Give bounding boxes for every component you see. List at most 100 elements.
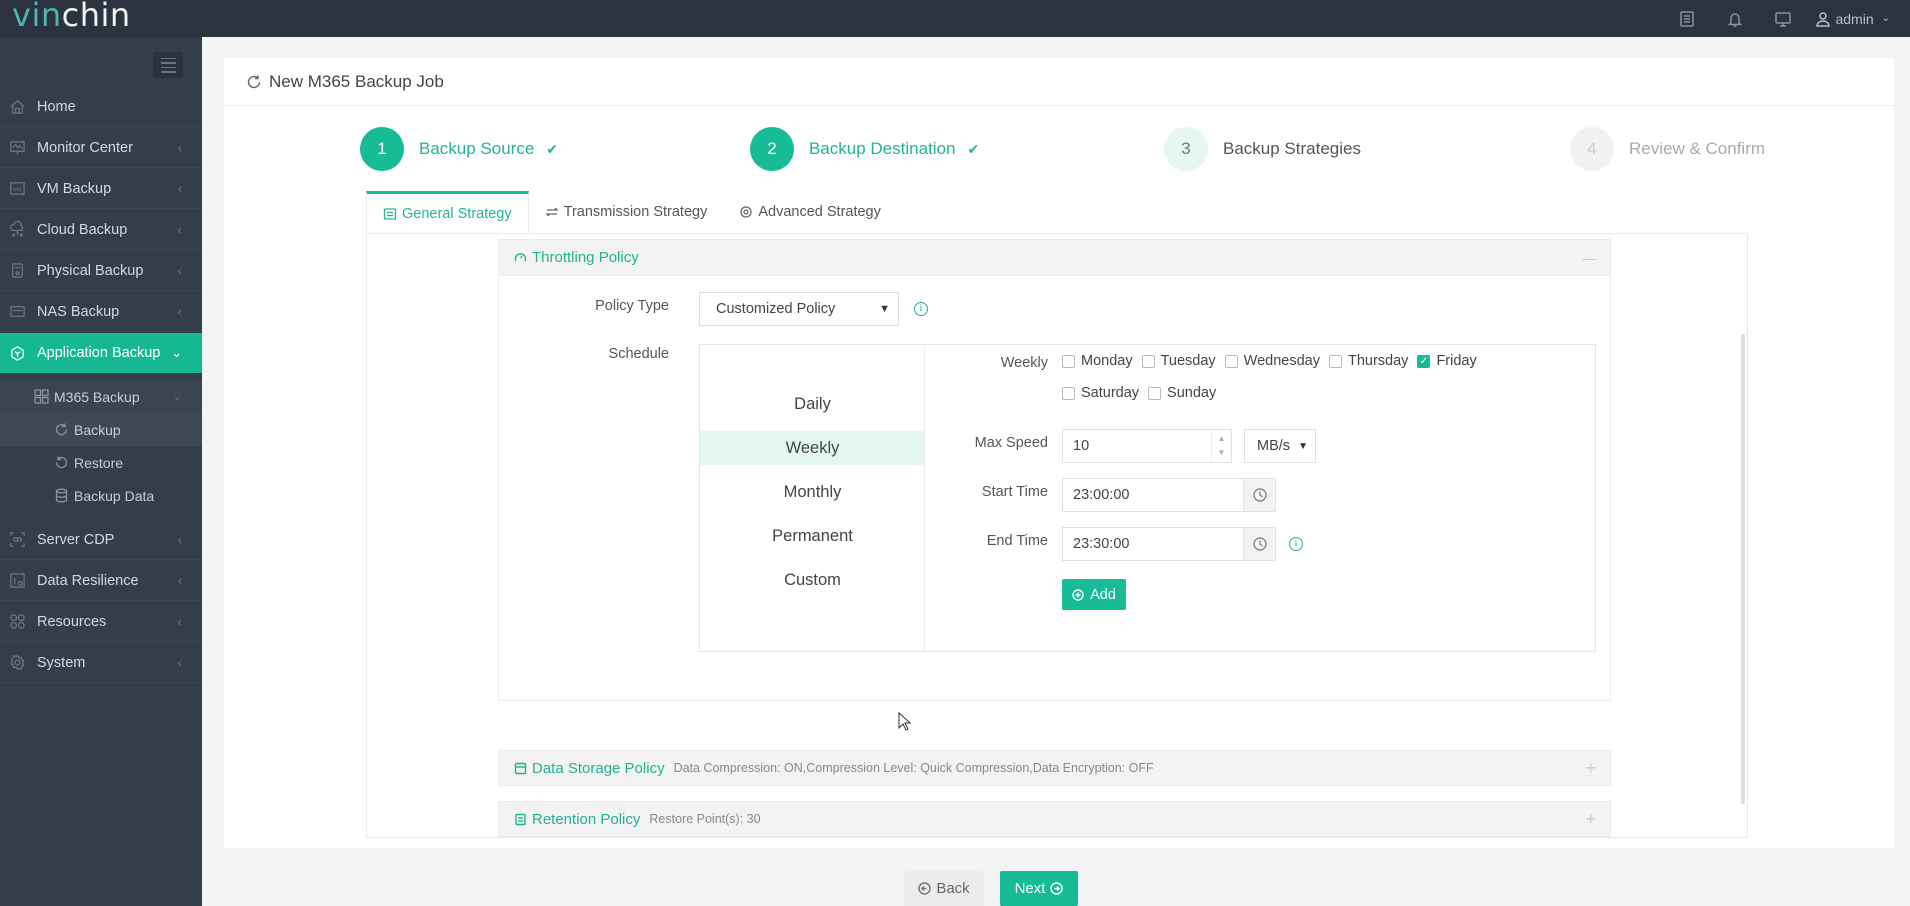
step-number: 1 bbox=[360, 127, 404, 171]
wizard-step-backup-source[interactable]: 1 Backup Source ✔ bbox=[360, 127, 558, 171]
wizard-footer: Back Next bbox=[224, 868, 1894, 906]
start-time-picker-button[interactable] bbox=[1243, 479, 1275, 511]
sidebar-item-cloud-backup[interactable]: Cloud Backup ‹ bbox=[0, 210, 202, 250]
info-icon[interactable]: i bbox=[1289, 537, 1303, 551]
bell-icon bbox=[1728, 12, 1743, 27]
gear-icon bbox=[10, 655, 24, 670]
monitor-chart-icon bbox=[9, 141, 25, 155]
svg-text:VM: VM bbox=[12, 187, 21, 193]
policy-type-select[interactable]: Customized Policy ▼ bbox=[699, 292, 899, 326]
sidebar-item-application-backup[interactable]: Application Backup ⌄ bbox=[0, 333, 202, 373]
checkbox-monday[interactable]: Monday bbox=[1062, 353, 1133, 369]
display-button[interactable] bbox=[1759, 0, 1807, 37]
step-label: Backup Strategies bbox=[1223, 139, 1361, 158]
weekly-label: Weekly bbox=[1000, 355, 1048, 371]
checkbox-thursday[interactable]: Thursday bbox=[1328, 353, 1408, 369]
refresh-icon bbox=[247, 75, 261, 88]
schedule-option-daily[interactable]: Daily bbox=[700, 387, 925, 421]
add-schedule-button[interactable]: Add bbox=[1062, 579, 1126, 610]
wizard-step-review-confirm[interactable]: 4 Review & Confirm bbox=[1570, 127, 1765, 171]
chevron-left-icon: ‹ bbox=[177, 222, 182, 237]
strategy-tabs: General Strategy Transmission Strategy A… bbox=[366, 191, 897, 233]
notifications-button[interactable] bbox=[1711, 0, 1759, 37]
checkbox-sunday[interactable]: Sunday bbox=[1148, 385, 1216, 401]
speed-unit-select[interactable]: MB/s ▼ bbox=[1244, 429, 1316, 463]
user-menu[interactable]: admin ⌄ bbox=[1807, 11, 1890, 27]
windows-grid-icon bbox=[34, 389, 49, 404]
sidebar-item-resources[interactable]: Resources ‹ bbox=[0, 602, 202, 642]
plus-circle-icon bbox=[1072, 588, 1084, 601]
sidebar-item-backup-data[interactable]: Backup Data bbox=[0, 479, 202, 512]
checkbox-tuesday[interactable]: Tuesday bbox=[1141, 353, 1216, 369]
chevron-down-icon: ▼ bbox=[1298, 440, 1308, 452]
start-time-input[interactable]: 23:00:00 bbox=[1062, 478, 1276, 512]
sidebar-item-physical-backup[interactable]: Physical Backup ‹ bbox=[0, 251, 202, 291]
data-storage-policy-section[interactable]: Data Storage Policy Data Compression: ON… bbox=[498, 750, 1611, 786]
sidebar-toggle-button[interactable] bbox=[153, 52, 183, 78]
expand-plus-icon[interactable]: + bbox=[1585, 758, 1596, 779]
weekday-checkboxes-row2: Saturday Sunday bbox=[1062, 385, 1225, 401]
retention-policy-section[interactable]: Retention Policy Restore Point(s): 30 + bbox=[498, 801, 1611, 837]
checkbox-wednesday[interactable]: Wednesday bbox=[1224, 353, 1320, 369]
max-speed-input[interactable]: 10 ▲ ▼ bbox=[1062, 429, 1232, 463]
grid-icon bbox=[9, 614, 25, 629]
wizard-step-backup-destination[interactable]: 2 Backup Destination ✔ bbox=[750, 127, 979, 171]
sidebar-item-server-cdp[interactable]: Server CDP ‹ bbox=[0, 520, 202, 560]
expand-plus-icon[interactable]: + bbox=[1585, 809, 1596, 830]
sidebar-item-restore[interactable]: Restore bbox=[0, 446, 202, 479]
schedule-option-permanent[interactable]: Permanent bbox=[700, 519, 925, 553]
wizard-step-backup-strategies[interactable]: 3 Backup Strategies bbox=[1164, 127, 1361, 171]
sidebar-item-nas-backup[interactable]: NAS Backup ‹ bbox=[0, 292, 202, 332]
mouse-cursor-icon bbox=[898, 712, 912, 731]
strategy-pane: Throttling Policy — Policy Type Customiz… bbox=[366, 233, 1748, 838]
step-label: Review & Confirm bbox=[1629, 139, 1766, 158]
chevron-left-icon: ‹ bbox=[177, 263, 182, 278]
chevron-left-icon: ‹ bbox=[177, 304, 182, 319]
checkbox-saturday[interactable]: Saturday bbox=[1062, 385, 1139, 401]
max-speed-label: Max Speed bbox=[974, 435, 1048, 451]
schedule-option-custom[interactable]: Custom bbox=[700, 563, 925, 597]
end-time-input[interactable]: 23:30:00 bbox=[1062, 527, 1276, 561]
chevron-down-icon: ▼ bbox=[879, 303, 890, 315]
arrow-left-circle-icon bbox=[918, 882, 932, 895]
tab-transmission-strategy[interactable]: Transmission Strategy bbox=[529, 191, 724, 233]
end-time-picker-button[interactable] bbox=[1243, 528, 1275, 560]
user-name: admin bbox=[1835, 10, 1874, 27]
policy-type-label: Policy Type bbox=[595, 298, 669, 314]
schedule-label: Schedule bbox=[608, 346, 669, 362]
throttling-policy-header[interactable]: Throttling Policy — bbox=[499, 240, 1610, 276]
back-button[interactable]: Back bbox=[904, 871, 984, 906]
step-number: 2 bbox=[750, 127, 794, 171]
schedule-box: Daily Weekly Monthly Permanent Custom We… bbox=[699, 344, 1596, 652]
sidebar-item-system[interactable]: System ‹ bbox=[0, 643, 202, 683]
clock-icon bbox=[1252, 488, 1267, 502]
tab-general-strategy[interactable]: General Strategy bbox=[366, 191, 529, 233]
server-icon bbox=[11, 263, 23, 278]
sidebar-item-data-resilience[interactable]: Data Resilience ‹ bbox=[0, 561, 202, 601]
max-speed-stepper[interactable]: ▲ ▼ bbox=[1211, 430, 1231, 462]
collapse-icon[interactable]: — bbox=[1582, 250, 1596, 266]
clock-icon bbox=[1252, 537, 1267, 551]
sidebar-item-monitor-center[interactable]: Monitor Center ‹ bbox=[0, 128, 202, 168]
sidebar-item-home[interactable]: Home bbox=[0, 87, 202, 127]
task-list-button[interactable] bbox=[1663, 0, 1711, 37]
info-icon[interactable]: i bbox=[914, 302, 928, 316]
chevron-down-icon[interactable]: ▼ bbox=[1218, 446, 1226, 460]
sidebar-item-vm-backup[interactable]: VM VM Backup ‹ bbox=[0, 169, 202, 209]
chevron-left-icon: ‹ bbox=[177, 140, 182, 155]
checkbox-friday[interactable]: ✓ Friday bbox=[1417, 353, 1477, 369]
transfer-arrows-icon bbox=[545, 207, 559, 217]
chevron-up-icon[interactable]: ▲ bbox=[1218, 432, 1226, 446]
vinchin-logo[interactable]: vinchin bbox=[12, 0, 131, 34]
throttling-policy-panel: Throttling Policy — Policy Type Customiz… bbox=[498, 239, 1611, 701]
step-number: 3 bbox=[1164, 127, 1208, 171]
sidebar-item-backup[interactable]: Backup bbox=[0, 413, 202, 446]
next-button[interactable]: Next bbox=[1000, 871, 1078, 906]
pane-scrollbar[interactable] bbox=[1741, 334, 1745, 804]
tab-advanced-strategy[interactable]: Advanced Strategy bbox=[723, 191, 897, 233]
chevron-down-icon: ⌄ bbox=[171, 345, 182, 360]
schedule-type-list: Daily Weekly Monthly Permanent Custom bbox=[700, 345, 925, 651]
schedule-option-monthly[interactable]: Monthly bbox=[700, 475, 925, 509]
sidebar-item-m365-backup[interactable]: M365 Backup ⌄ bbox=[0, 380, 202, 413]
schedule-option-weekly[interactable]: Weekly bbox=[700, 431, 925, 465]
